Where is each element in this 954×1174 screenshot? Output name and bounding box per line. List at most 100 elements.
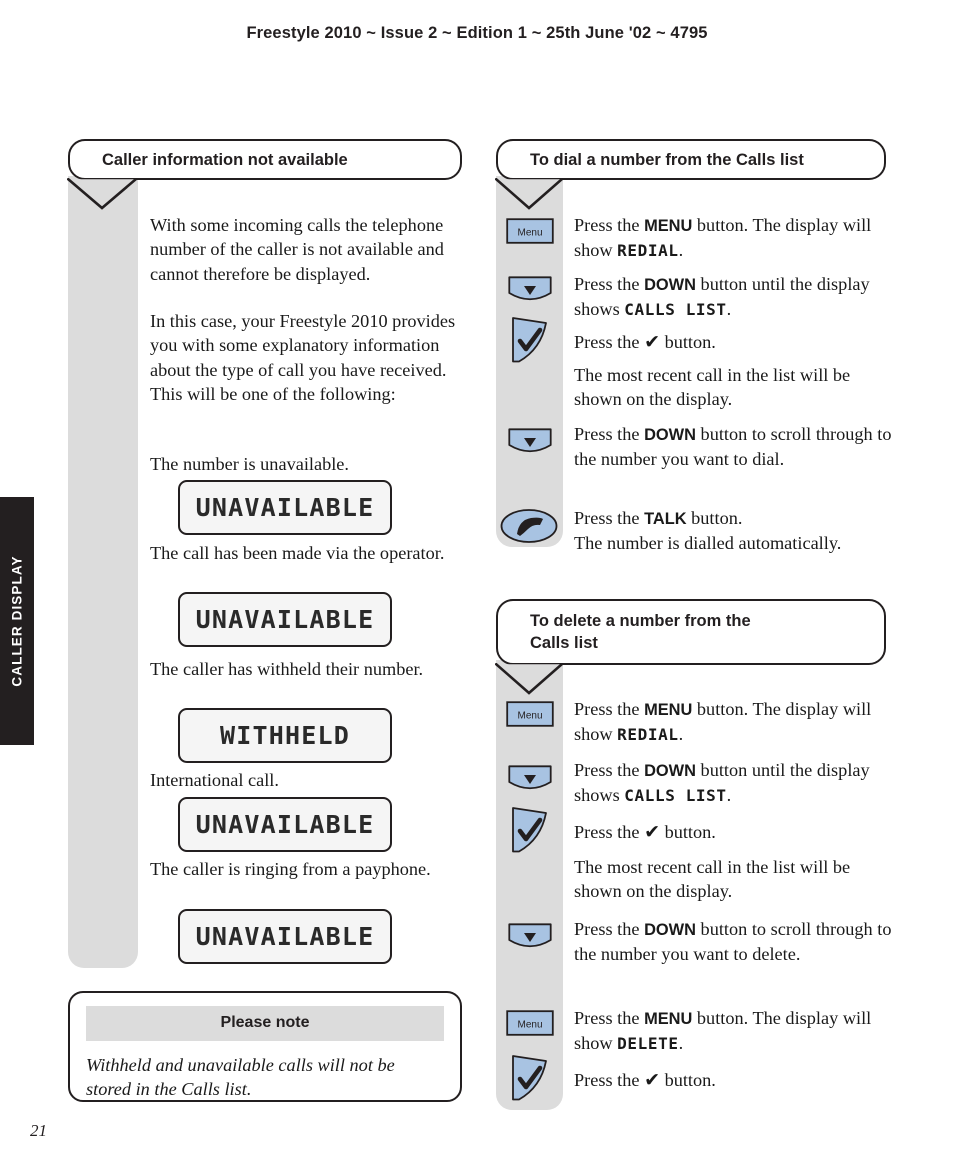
delete-step-5-text: Press the DOWN button to scroll through … (574, 917, 892, 966)
delete-step-6-lcd: DELETE (617, 1033, 679, 1053)
dial-step-6-extra: The number is dialled automatically. (574, 532, 842, 553)
dial-step-1-lcd: REDIAL (617, 240, 679, 260)
tick-glyph-icon: ✔ (644, 331, 660, 353)
svg-text:Menu: Menu (517, 711, 542, 722)
delete-panel-heading-line2: Calls list (530, 633, 598, 652)
delete-step-6-post: . (678, 1032, 684, 1053)
delete-step-5-button: DOWN (644, 921, 696, 939)
please-note-body: Withheld and unavailable calls will not … (86, 1055, 395, 1100)
dial-step-1-post: . (678, 239, 684, 260)
delete-panel-grey-strip (496, 660, 563, 1110)
delete-step-4-text: The most recent call in the list will be… (574, 857, 851, 902)
dial-step-6-mid: button. (686, 508, 743, 528)
delete-step-1-lcd: REDIAL (617, 724, 679, 744)
delete-step-2-lcd: CALLS LIST (624, 785, 727, 805)
delete-step-1-text: Press the MENU button. The display will … (574, 697, 892, 746)
left-panel-heading-bubble: Caller information not available (68, 139, 462, 180)
down-button-icon[interactable] (508, 765, 552, 795)
lcd-display-1: UNAVAILABLE (178, 480, 392, 535)
page-number: 21 (30, 1121, 47, 1140)
delete-step-2-button: DOWN (644, 762, 696, 780)
left-case-caption-3: The caller has withheld their number. (150, 659, 424, 679)
svg-text:Menu: Menu (517, 1020, 542, 1031)
delete-step-2-text: Press the DOWN button until the display … (574, 758, 892, 807)
dial-step-1-pre: Press the (574, 215, 645, 235)
lcd-display-5: UNAVAILABLE (178, 909, 392, 964)
left-panel-heading: Caller information not available (102, 151, 348, 169)
lcd-display-1-text: UNAVAILABLE (195, 493, 375, 522)
down-button-icon[interactable] (508, 428, 552, 458)
delete-panel-heading-line1: To delete a number from the (530, 612, 751, 630)
delete-step-7-mid: button. (660, 1070, 716, 1090)
tick-button-icon[interactable] (508, 316, 552, 364)
dial-step-4-text: The most recent call in the list will be… (574, 365, 851, 410)
delete-step-5-pre: Press the (574, 919, 645, 939)
menu-button-icon[interactable]: Menu (506, 1010, 554, 1036)
delete-step-3-pre: Press the (574, 822, 645, 842)
left-case-caption-1: The number is unavailable. (150, 454, 349, 474)
delete-step-7-pre: Press the (574, 1070, 645, 1090)
dial-step-1-text: Press the MENU button. The display will … (574, 213, 892, 262)
dial-step-6-button: TALK (644, 510, 687, 528)
delete-step-1-post: . (678, 723, 684, 744)
delete-step-1-button: MENU (644, 701, 693, 719)
dial-panel-bubble-tail (495, 178, 563, 210)
delete-step-2-pre: Press the (574, 760, 645, 780)
left-case-caption-2: The call has been made via the operator. (150, 543, 445, 563)
delete-panel-heading-bubble: To delete a number from the Calls list (496, 599, 886, 665)
dial-panel-heading-bubble: To dial a number from the Calls list (496, 139, 886, 180)
delete-panel-bubble-tail (495, 663, 563, 695)
dial-step-6-text: Press the TALK button. The number is dial… (574, 506, 892, 555)
delete-step-1-pre: Press the (574, 699, 645, 719)
dial-step-2-text: Press the DOWN button until the display … (574, 272, 892, 321)
menu-button-icon[interactable]: Menu (506, 218, 554, 244)
section-side-tab: CALLER DISPLAY (0, 497, 34, 745)
left-paragraph-1: With some incoming calls the telephone n… (150, 215, 444, 284)
down-button-icon[interactable] (508, 923, 552, 953)
section-side-tab-label: CALLER DISPLAY (9, 555, 25, 687)
delete-step-3-mid: button. (660, 822, 716, 842)
lcd-display-3: WITHHELD (178, 708, 392, 763)
menu-button-icon[interactable]: Menu (506, 701, 554, 727)
lcd-display-2: UNAVAILABLE (178, 592, 392, 647)
svg-text:Menu: Menu (517, 228, 542, 239)
delete-step-6-button: MENU (644, 1010, 693, 1028)
lcd-display-2-text: UNAVAILABLE (195, 605, 375, 634)
down-button-icon[interactable] (508, 276, 552, 306)
dial-step-5-pre: Press the (574, 424, 645, 444)
tick-glyph-icon: ✔ (644, 1069, 660, 1091)
dial-step-3-text: Press the ✔ button. (574, 330, 892, 355)
dial-step-2-lcd: CALLS LIST (624, 299, 727, 319)
left-case-caption-4: International call. (150, 770, 279, 790)
dial-step-1-button: MENU (644, 217, 693, 235)
lcd-display-3-text: WITHHELD (219, 721, 350, 750)
dial-step-3-pre: Press the (574, 332, 645, 352)
dial-step-2-post: . (726, 298, 732, 319)
dial-step-6-pre: Press the (574, 508, 645, 528)
please-note-box: Please note Withheld and unavailable cal… (68, 991, 462, 1102)
left-case-caption-5: The caller is ringing from a payphone. (150, 859, 431, 879)
left-paragraph-2: In this case, your Freestyle 2010 provid… (150, 311, 456, 404)
left-panel-bubble-tail (67, 178, 137, 210)
dial-step-3-mid: button. (660, 332, 716, 352)
delete-step-2-post: . (726, 784, 732, 805)
talk-button-icon[interactable] (500, 507, 558, 545)
lcd-display-4: UNAVAILABLE (178, 797, 392, 852)
dial-step-2-button: DOWN (644, 276, 696, 294)
page-header: Freestyle 2010 ~ Issue 2 ~ Edition 1 ~ 2… (246, 24, 708, 42)
lcd-display-4-text: UNAVAILABLE (195, 810, 375, 839)
delete-step-3-text: Press the ✔ button. (574, 820, 892, 845)
delete-step-7-text: Press the ✔ button. (574, 1068, 892, 1093)
left-panel-grey-strip (68, 176, 138, 968)
dial-panel-heading: To dial a number from the Calls list (530, 151, 804, 169)
dial-step-5-button: DOWN (644, 426, 696, 444)
lcd-display-5-text: UNAVAILABLE (195, 922, 375, 951)
tick-button-icon[interactable] (508, 1054, 552, 1102)
tick-button-icon[interactable] (508, 806, 552, 854)
delete-panel-heading: To delete a number from the Calls list (498, 601, 884, 655)
delete-step-6-text: Press the MENU button. The display will … (574, 1006, 892, 1055)
delete-step-6-pre: Press the (574, 1008, 645, 1028)
dial-step-5-text: Press the DOWN button to scroll through … (574, 422, 892, 471)
tick-glyph-icon: ✔ (644, 821, 660, 843)
please-note-title: Please note (86, 1006, 444, 1041)
